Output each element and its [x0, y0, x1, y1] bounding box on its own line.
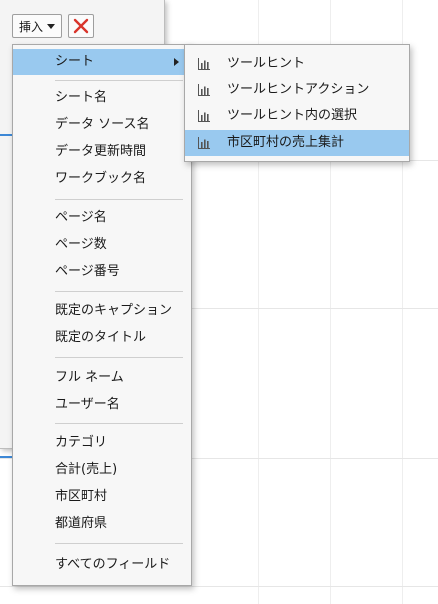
- menu-item-label: 都道府県: [55, 516, 108, 531]
- insert-button-label: 挿入: [19, 19, 44, 34]
- submenu-item-tooltip-action[interactable]: ツールヒントアクション: [185, 77, 409, 103]
- menu-item-label: シート名: [55, 90, 108, 105]
- insert-menu: シート シート名 データ ソース名 データ更新時間 ワークブック名 ページ名 ペ…: [12, 44, 192, 586]
- menu-item-label: ワークブック名: [55, 171, 147, 186]
- menu-separator: [55, 423, 183, 424]
- menu-item-page-name[interactable]: ページ名: [13, 205, 191, 231]
- menu-item-full-name[interactable]: フル ネーム: [13, 365, 191, 391]
- submenu-item-label: ツールヒント内の選択: [227, 108, 358, 123]
- menu-item-workbook-name[interactable]: ワークブック名: [13, 166, 191, 192]
- menu-separator: [55, 357, 183, 358]
- menu-item-label: 合計(売上): [55, 462, 118, 477]
- close-icon: [73, 18, 89, 34]
- menu-item-label: 既定のキャプション: [55, 303, 173, 318]
- menu-item-label: ページ名: [55, 210, 107, 225]
- submenu-item-tooltip[interactable]: ツールヒント: [185, 51, 409, 77]
- sheet-chart-icon: [198, 84, 210, 96]
- menu-item-user-name[interactable]: ユーザー名: [13, 392, 191, 418]
- menu-item-label: カテゴリ: [55, 435, 108, 450]
- menu-item-prefecture[interactable]: 都道府県: [13, 511, 191, 537]
- menu-separator: [55, 543, 183, 544]
- menu-item-default-title[interactable]: 既定のタイトル: [13, 325, 191, 351]
- menu-item-label: すべてのフィールド: [55, 557, 171, 572]
- menu-item-data-source-name[interactable]: データ ソース名: [13, 112, 191, 138]
- sheet-submenu: ツールヒント ツールヒントアクション ツールヒント内の選択 市区町村の売上集計: [184, 44, 410, 162]
- submenu-item-label: 市区町村の売上集計: [227, 135, 345, 150]
- menu-item-city[interactable]: 市区町村: [13, 484, 191, 510]
- grid-line: [0, 586, 438, 587]
- chevron-down-icon: [47, 23, 56, 29]
- menu-item-data-update-time[interactable]: データ更新時間: [13, 139, 191, 165]
- menu-separator: [55, 80, 183, 81]
- menu-item-sheet[interactable]: シート: [13, 49, 191, 75]
- menu-separator: [55, 291, 183, 292]
- menu-separator: [55, 199, 183, 200]
- menu-item-label: データ ソース名: [55, 117, 150, 132]
- toolbar: 挿入: [12, 14, 95, 40]
- menu-item-label: データ更新時間: [55, 144, 147, 159]
- menu-item-sum-sales[interactable]: 合計(売上): [13, 457, 191, 483]
- submenu-item-tooltip-selection[interactable]: ツールヒント内の選択: [185, 103, 409, 129]
- sheet-chart-icon: [198, 137, 210, 149]
- submenu-item-city-sales-summary[interactable]: 市区町村の売上集計: [185, 130, 409, 156]
- menu-item-label: ユーザー名: [55, 397, 120, 412]
- submenu-item-label: ツールヒントアクション: [227, 82, 370, 97]
- menu-item-label: 市区町村: [55, 489, 108, 504]
- menu-item-label: シート: [55, 54, 95, 69]
- menu-item-label: ページ数: [55, 237, 107, 252]
- close-button[interactable]: [68, 14, 95, 38]
- submenu-item-label: ツールヒント: [227, 56, 306, 71]
- menu-item-all-fields[interactable]: すべてのフィールド: [13, 552, 191, 578]
- menu-item-sheet-name[interactable]: シート名: [13, 85, 191, 111]
- menu-item-default-caption[interactable]: 既定のキャプション: [13, 298, 191, 324]
- menu-item-label: ページ番号: [55, 264, 120, 279]
- sheet-chart-icon: [198, 110, 210, 122]
- menu-item-label: 既定のタイトル: [55, 330, 147, 345]
- chevron-right-icon: [174, 58, 179, 66]
- menu-item-page-count[interactable]: ページ数: [13, 232, 191, 258]
- menu-item-category[interactable]: カテゴリ: [13, 430, 191, 456]
- menu-item-page-number[interactable]: ページ番号: [13, 259, 191, 285]
- insert-button[interactable]: 挿入: [12, 14, 63, 38]
- sheet-chart-icon: [198, 58, 210, 70]
- menu-item-label: フル ネーム: [55, 370, 124, 385]
